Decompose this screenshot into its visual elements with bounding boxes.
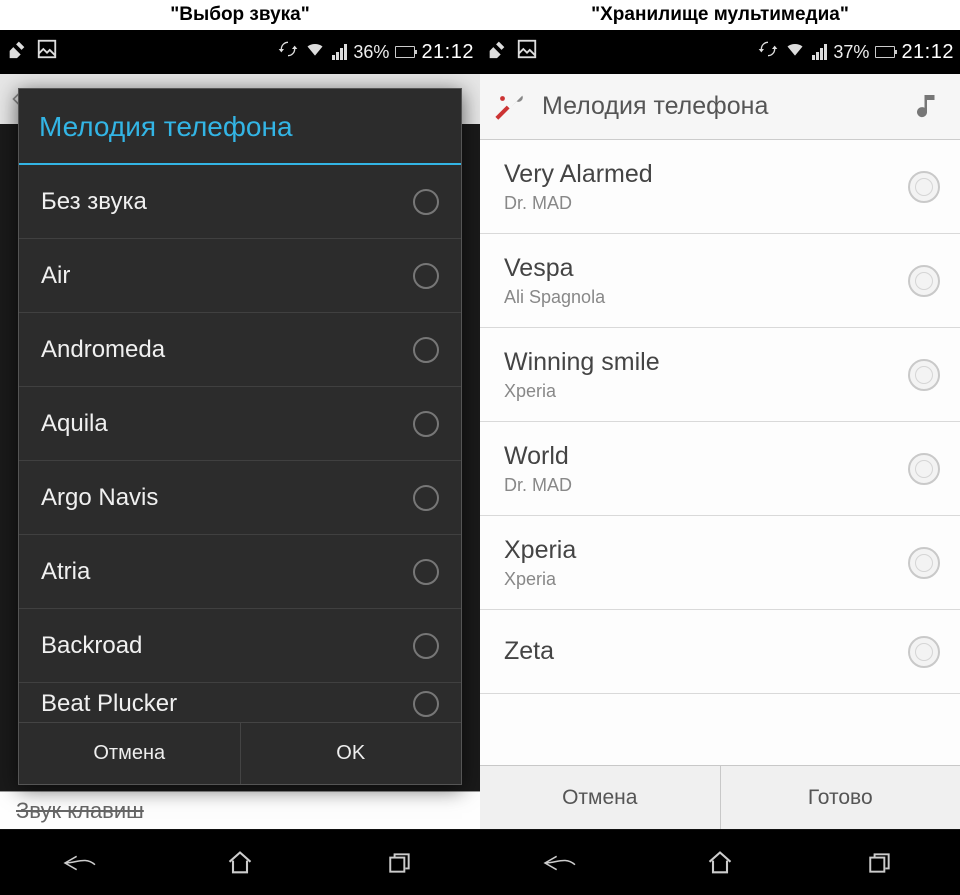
ringtone-label: Andromeda — [41, 336, 165, 364]
battery-icon — [875, 46, 895, 58]
track-artist: Xperia — [504, 569, 908, 590]
ringtone-label: Backroad — [41, 632, 142, 660]
radio-icon[interactable] — [908, 453, 940, 485]
media-ringtone-option[interactable]: World Dr. MAD — [480, 422, 960, 516]
track-title: Winning smile — [504, 348, 908, 377]
track-title: Xperia — [504, 536, 908, 565]
sync-icon — [278, 39, 298, 65]
radio-icon[interactable] — [908, 359, 940, 391]
radio-icon[interactable] — [908, 636, 940, 668]
ringtone-option[interactable]: Backroad — [19, 609, 461, 683]
radio-icon[interactable] — [908, 171, 940, 203]
track-artist: Xperia — [504, 381, 908, 402]
ringtone-option[interactable]: Atria — [19, 535, 461, 609]
media-ringtone-option[interactable]: Xperia Xperia — [480, 516, 960, 610]
ringtone-label: Beat Plucker — [41, 690, 177, 718]
radio-icon[interactable] — [413, 633, 439, 659]
track-artist: Dr. MAD — [504, 475, 908, 496]
dialog-title: Мелодия телефона — [19, 89, 461, 165]
ringtone-option[interactable]: Argo Navis — [19, 461, 461, 535]
right-caption: "Хранилище мультимедиа" — [480, 0, 960, 30]
screenshot-icon — [486, 38, 508, 66]
home-button[interactable] — [690, 843, 750, 883]
ok-button[interactable]: OK — [240, 723, 462, 784]
left-bg-bottom-row: Звук клавиш — [0, 791, 480, 829]
sync-icon — [758, 39, 778, 65]
track-title: Very Alarmed — [504, 160, 908, 189]
radio-icon[interactable] — [413, 411, 439, 437]
signal-icon — [812, 44, 827, 60]
recents-button[interactable] — [370, 843, 430, 883]
radio-icon[interactable] — [413, 337, 439, 363]
ringtone-label: Air — [41, 262, 70, 290]
track-title: Vespa — [504, 254, 908, 283]
home-button[interactable] — [210, 843, 270, 883]
ringtone-option[interactable]: Beat Plucker — [19, 683, 461, 722]
radio-icon[interactable] — [413, 559, 439, 585]
ringtone-label: Aquila — [41, 410, 108, 438]
ringtone-label: Argo Navis — [41, 484, 158, 512]
image-icon — [516, 38, 538, 66]
ringtone-option[interactable]: Без звука — [19, 165, 461, 239]
ringtone-option[interactable]: Air — [19, 239, 461, 313]
wifi-icon — [304, 39, 326, 65]
tools-icon — [494, 90, 528, 124]
left-statusbar: 36% 21:12 — [0, 30, 480, 74]
ringtone-option[interactable]: Aquila — [19, 387, 461, 461]
image-icon — [36, 38, 58, 66]
radio-icon[interactable] — [413, 485, 439, 511]
ringtone-option[interactable]: Andromeda — [19, 313, 461, 387]
right-navbar — [480, 829, 960, 895]
done-button[interactable]: Готово — [720, 766, 960, 829]
signal-icon — [332, 44, 347, 60]
page-title: Мелодия телефона — [542, 92, 768, 121]
screenshot-icon — [6, 38, 28, 66]
status-time: 21:12 — [901, 41, 954, 64]
left-caption: "Выбор звука" — [0, 0, 480, 30]
back-button[interactable] — [50, 843, 110, 883]
radio-icon[interactable] — [413, 691, 439, 717]
track-title: World — [504, 442, 908, 471]
media-ringtone-option[interactable]: Winning smile Xperia — [480, 328, 960, 422]
ringtone-label: Без звука — [41, 188, 147, 216]
radio-icon[interactable] — [413, 189, 439, 215]
battery-percent: 36% — [353, 42, 389, 63]
left-navbar — [0, 829, 480, 895]
music-icon[interactable] — [912, 90, 946, 124]
track-artist: Dr. MAD — [504, 193, 908, 214]
ringtone-list[interactable]: Без звука Air Andromeda Aquila — [19, 165, 461, 722]
status-time: 21:12 — [421, 41, 474, 64]
radio-icon[interactable] — [413, 263, 439, 289]
wifi-icon — [784, 39, 806, 65]
radio-icon[interactable] — [908, 265, 940, 297]
cancel-button[interactable]: Отмена — [480, 766, 720, 829]
media-ringtone-option[interactable]: Very Alarmed Dr. MAD — [480, 140, 960, 234]
cancel-button[interactable]: Отмена — [19, 723, 240, 784]
ringtone-dialog: Мелодия телефона Без звука Air Andromeda — [18, 88, 462, 785]
radio-icon[interactable] — [908, 547, 940, 579]
media-ringtone-option[interactable]: Zeta — [480, 610, 960, 694]
battery-percent: 37% — [833, 42, 869, 63]
back-button[interactable] — [530, 843, 590, 883]
media-ringtone-list[interactable]: Very Alarmed Dr. MAD Vespa Ali Spagnola … — [480, 140, 960, 765]
track-artist: Ali Spagnola — [504, 287, 908, 308]
battery-icon — [395, 46, 415, 58]
recents-button[interactable] — [850, 843, 910, 883]
ringtone-label: Atria — [41, 558, 90, 586]
track-title: Zeta — [504, 637, 908, 666]
right-statusbar: 37% 21:12 — [480, 30, 960, 74]
media-ringtone-option[interactable]: Vespa Ali Spagnola — [480, 234, 960, 328]
page-header: Мелодия телефона — [480, 74, 960, 140]
